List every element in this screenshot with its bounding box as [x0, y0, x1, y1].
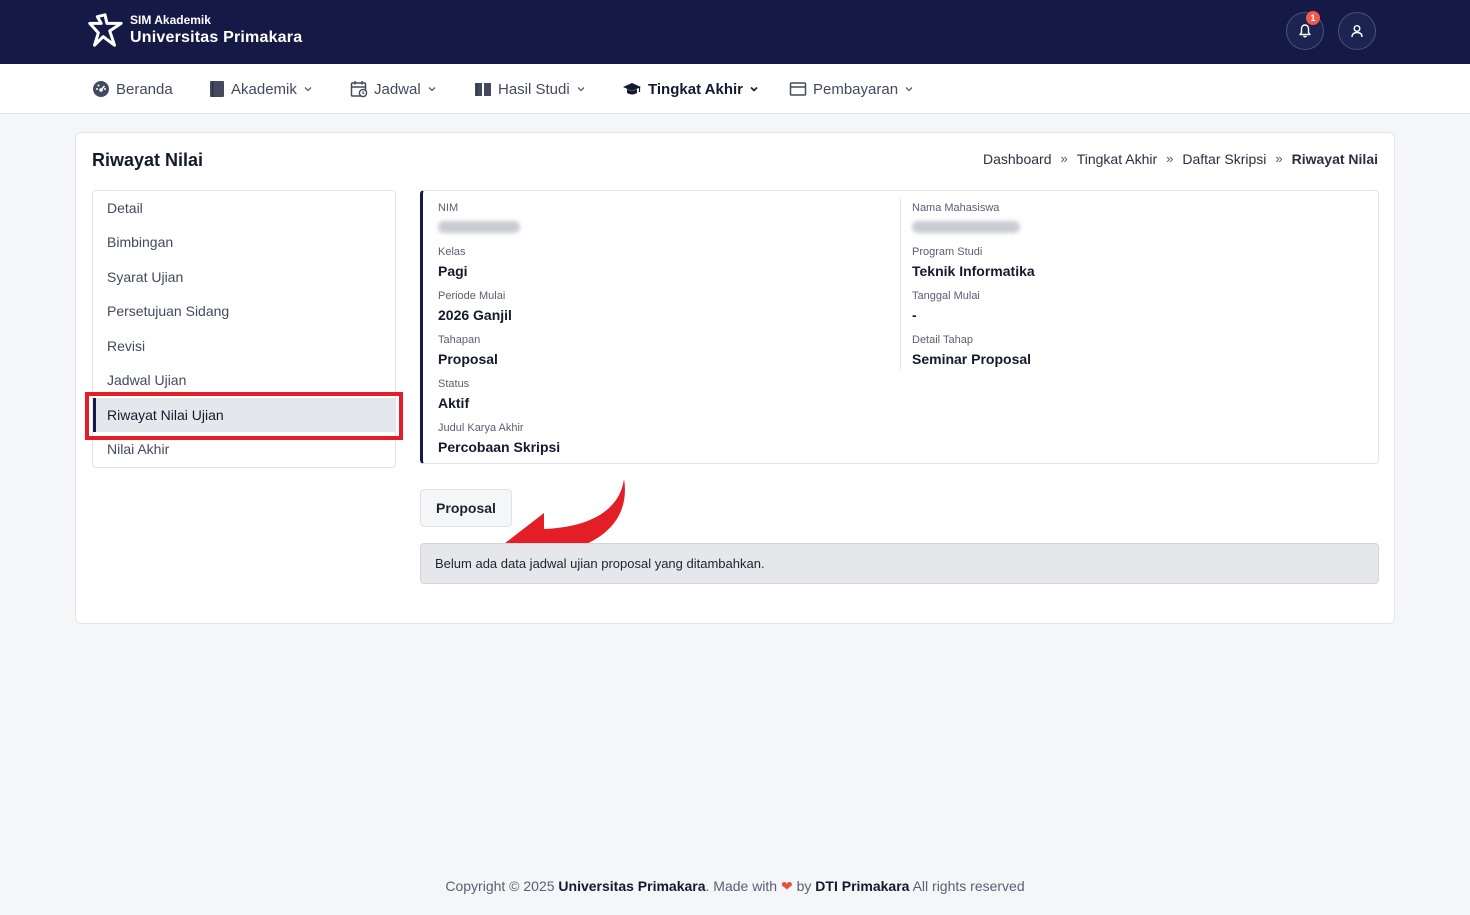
column-divider	[900, 199, 901, 369]
footer-suffix: All rights reserved	[909, 878, 1025, 894]
side-item-syarat-ujian[interactable]: Syarat Ujian	[93, 260, 395, 294]
nav-akademik[interactable]: Akademik	[209, 64, 313, 114]
nav-label: Akademik	[231, 80, 297, 98]
footer-prefix: Copyright © 2025	[445, 878, 559, 894]
field-judul-karya-akhir: Judul Karya Akhir Percobaan Skripsi	[438, 421, 560, 457]
field-label: Kelas	[438, 246, 466, 258]
breadcrumb-daftar-skripsi[interactable]: Daftar Skripsi	[1182, 151, 1266, 167]
field-kelas: Kelas Pagi	[438, 245, 468, 281]
footer-org: Universitas Primakara	[558, 878, 706, 894]
open-book-icon	[475, 83, 491, 96]
wallet-icon	[789, 82, 807, 96]
footer-made-with: . Made with	[705, 878, 781, 894]
field-label: Tanggal Mulai	[912, 290, 980, 302]
field-periode-mulai: Periode Mulai 2026 Ganjil	[438, 289, 512, 325]
notification-button[interactable]: 1	[1286, 11, 1324, 50]
field-label: Periode Mulai	[438, 290, 506, 302]
nav-label: Hasil Studi	[498, 80, 570, 98]
primakara-logo-icon	[88, 13, 123, 47]
bell-icon	[1299, 24, 1311, 38]
chevron-down-icon	[905, 87, 913, 92]
field-label: Judul Karya Akhir	[438, 422, 524, 434]
field-value: Percobaan Skripsi	[438, 439, 561, 455]
nav-label: Beranda	[116, 80, 173, 98]
field-program-studi: Program Studi Teknik Informatika	[912, 245, 1035, 281]
page-title: Riwayat Nilai	[92, 150, 204, 170]
field-label: Nama Mahasiswa	[912, 202, 1000, 214]
user-menu-button[interactable]	[1338, 12, 1376, 50]
notification-badge: 1	[1306, 11, 1320, 25]
field-tahapan: Tahapan Proposal	[438, 333, 498, 369]
field-value: Proposal	[438, 351, 498, 367]
calendar-icon	[350, 81, 368, 98]
field-value: Seminar Proposal	[912, 351, 1032, 367]
breadcrumb-dashboard[interactable]: Dashboard	[983, 151, 1052, 167]
footer-team: DTI Primakara	[815, 878, 910, 894]
field-label: Status	[438, 378, 470, 390]
field-value: 2026 Ganjil	[438, 307, 512, 323]
field-label: Program Studi	[912, 246, 983, 258]
field-label: Tahapan	[438, 334, 481, 346]
nav-label: Pembayaran	[813, 80, 899, 98]
field-value: -	[912, 307, 917, 323]
breadcrumb-separator: »	[1166, 151, 1174, 166]
chevron-down-icon	[428, 87, 436, 92]
side-item-revisi[interactable]: Revisi	[93, 329, 395, 363]
side-item-bimbingan[interactable]: Bimbingan	[93, 225, 395, 259]
field-nim: NIM	[438, 201, 520, 238]
nav-tingkat-akhir[interactable]: Tingkat Akhir	[622, 64, 759, 114]
redacted-nim	[438, 221, 520, 233]
nav-label: Jadwal	[374, 80, 421, 98]
main-card: Riwayat Nilai Dashboard » Tingkat Akhir …	[75, 132, 1395, 624]
book-icon	[210, 81, 224, 97]
nav-hasil-studi[interactable]: Hasil Studi	[474, 64, 586, 114]
side-item-detail[interactable]: Detail	[93, 191, 395, 225]
side-item-persetujuan-sidang[interactable]: Persetujuan Sidang	[93, 294, 395, 328]
chevron-down-icon	[577, 87, 585, 92]
field-nama-mahasiswa: Nama Mahasiswa	[912, 201, 1020, 238]
chevron-down-icon	[750, 86, 758, 92]
breadcrumb: Dashboard » Tingkat Akhir » Daftar Skrip…	[983, 151, 1378, 167]
field-value: Pagi	[438, 263, 468, 279]
main-nav: Beranda Akademik Jadwal Hasil Studi Ting…	[0, 64, 1470, 114]
footer: Copyright © 2025 Universitas Primakara. …	[0, 878, 1470, 895]
field-tanggal-mulai: Tanggal Mulai -	[912, 289, 980, 325]
tab-proposal[interactable]: Proposal	[420, 489, 512, 527]
top-header: SIM Akademik Universitas Primakara 1	[0, 0, 1470, 64]
field-detail-tahap: Detail Tahap Seminar Proposal	[912, 333, 1031, 369]
nav-label: Tingkat Akhir	[648, 80, 744, 98]
footer-by: by	[792, 878, 816, 894]
field-status: Status Aktif	[438, 377, 469, 413]
brand-title: Universitas Primakara	[130, 28, 303, 46]
heart-icon: ❤	[780, 878, 793, 894]
redacted-name	[912, 221, 1020, 233]
breadcrumb-separator: »	[1060, 151, 1068, 166]
breadcrumb-tingkat-akhir[interactable]: Tingkat Akhir	[1077, 151, 1157, 167]
field-value: Teknik Informatika	[912, 263, 1035, 279]
user-icon	[1351, 25, 1363, 38]
brand-subtitle: SIM Akademik	[130, 12, 211, 27]
highlight-annotation-box	[85, 392, 403, 440]
graduation-cap-icon	[623, 83, 641, 95]
brand[interactable]: SIM Akademik Universitas Primakara	[86, 11, 302, 49]
thesis-info-panel: NIM Nama Mahasiswa Kelas Pagi Program St…	[420, 190, 1379, 464]
nav-pembayaran[interactable]: Pembayaran	[789, 64, 914, 114]
field-value: Aktif	[438, 395, 470, 411]
chevron-down-icon	[304, 87, 312, 92]
field-label: Detail Tahap	[912, 334, 973, 346]
nav-beranda[interactable]: Beranda	[92, 64, 173, 114]
field-label: NIM	[438, 202, 459, 214]
nav-jadwal[interactable]: Jadwal	[350, 64, 437, 114]
breadcrumb-separator: »	[1275, 151, 1283, 166]
breadcrumb-current: Riwayat Nilai	[1291, 151, 1378, 167]
empty-state-alert: Belum ada data jadwal ujian proposal yan…	[420, 543, 1379, 584]
dashboard-gauge-icon	[93, 81, 109, 97]
